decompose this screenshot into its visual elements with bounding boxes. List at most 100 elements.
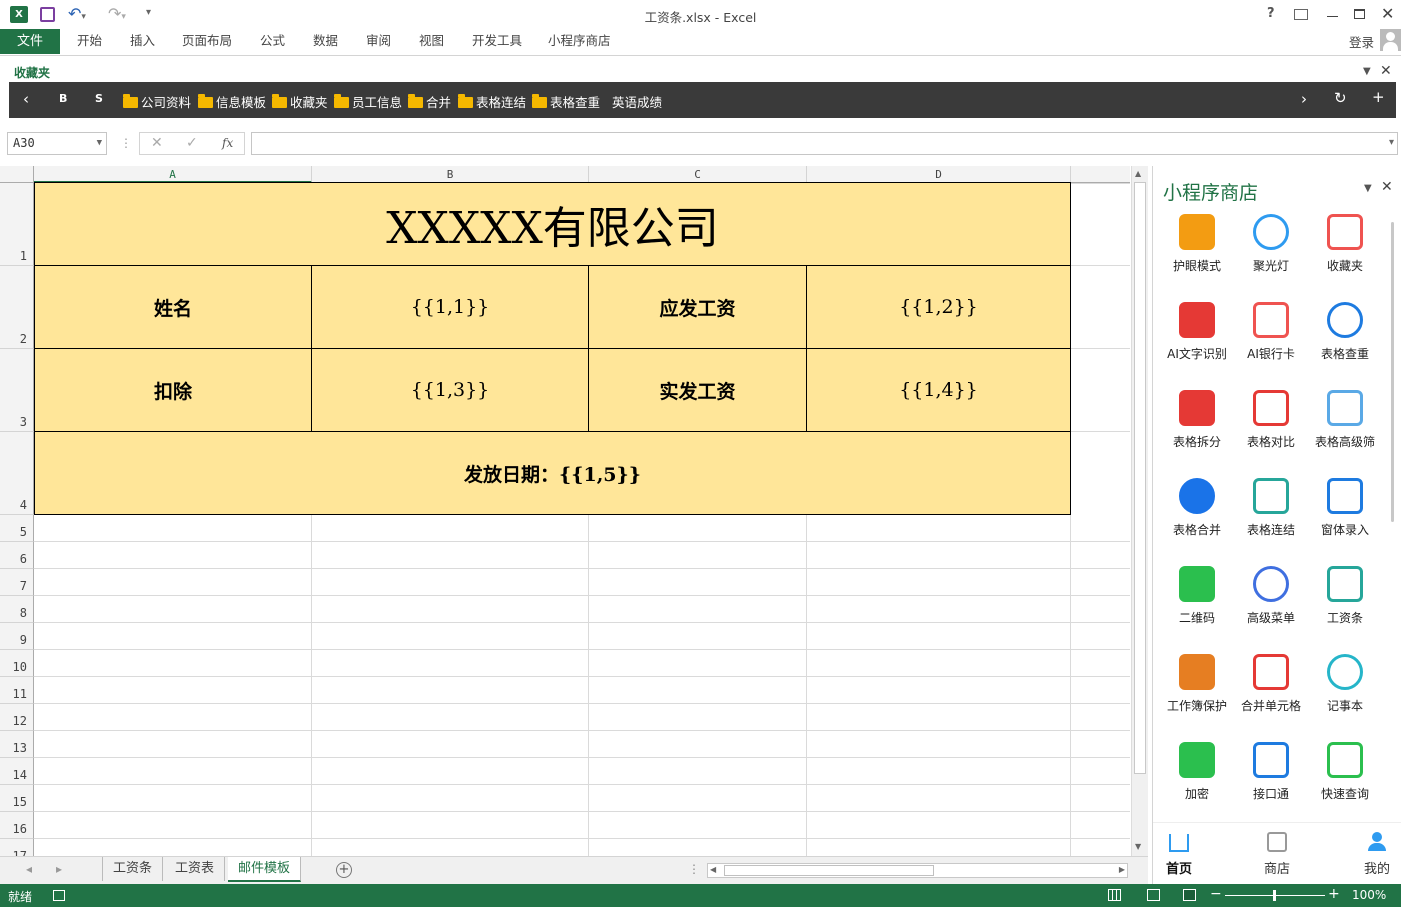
- close-button[interactable]: ✕: [1381, 4, 1394, 23]
- tab-home[interactable]: 开始: [77, 29, 102, 54]
- refresh-icon[interactable]: ↻: [1334, 89, 1347, 107]
- add-sheet-button[interactable]: +: [336, 862, 352, 878]
- tab-review[interactable]: 审阅: [366, 29, 391, 54]
- net-pay-value-cell[interactable]: {{1,4}}: [806, 348, 1071, 432]
- scroll-down-icon[interactable]: ▼: [1135, 842, 1141, 851]
- row-header[interactable]: 5: [0, 515, 34, 542]
- sheet-next-icon[interactable]: ▸: [56, 862, 62, 876]
- normal-view-icon[interactable]: [1108, 889, 1121, 901]
- worksheet-grid[interactable]: A B C D 1 2 3 4 5 6 7 8 9 10 11 12 13 14…: [0, 166, 1130, 856]
- column-header-b[interactable]: B: [312, 166, 589, 183]
- app-item[interactable]: 护眼模式: [1161, 210, 1233, 274]
- nav-store[interactable]: 商店: [1247, 828, 1307, 877]
- row-header[interactable]: 9: [0, 623, 34, 650]
- app-item[interactable]: 表格连结: [1235, 474, 1307, 538]
- tab-data[interactable]: 数据: [313, 29, 338, 54]
- pay-date-cell[interactable]: 发放日期：{{1,5}}: [34, 431, 1071, 515]
- row-header[interactable]: 15: [0, 785, 34, 812]
- expand-formula-icon[interactable]: ▾: [1389, 137, 1394, 148]
- row-header[interactable]: 17: [0, 839, 34, 856]
- deduction-label-cell[interactable]: 扣除: [34, 348, 312, 432]
- app-item[interactable]: 表格拆分: [1161, 386, 1233, 450]
- row-header[interactable]: 6: [0, 542, 34, 569]
- row-header[interactable]: 2: [0, 266, 34, 349]
- gross-pay-value-cell[interactable]: {{1,2}}: [806, 265, 1071, 349]
- net-pay-label-cell[interactable]: 实发工资: [588, 348, 807, 432]
- app-item[interactable]: 加密: [1161, 738, 1233, 802]
- row-header[interactable]: 13: [0, 731, 34, 758]
- sheet-tab-payslip[interactable]: 工资条: [102, 857, 164, 881]
- row-header[interactable]: 1: [0, 183, 34, 266]
- cancel-icon[interactable]: ✕: [151, 135, 163, 151]
- scroll-right-icon[interactable]: ▶: [1119, 865, 1125, 874]
- nav-mine[interactable]: 我的: [1347, 828, 1401, 877]
- app-item[interactable]: AI文字识别: [1161, 298, 1233, 362]
- vertical-scrollbar[interactable]: ▲ ▼: [1131, 166, 1148, 856]
- app-item[interactable]: 高级菜单: [1235, 562, 1307, 626]
- scroll-up-icon[interactable]: ▲: [1135, 169, 1141, 178]
- row-header[interactable]: 16: [0, 812, 34, 839]
- app-item[interactable]: 表格对比: [1235, 386, 1307, 450]
- favorites-close-icon[interactable]: ✕: [1380, 63, 1392, 79]
- maximize-button[interactable]: [1354, 9, 1365, 19]
- favorites-item-merge[interactable]: 合并: [408, 92, 451, 111]
- favorites-item-company[interactable]: 公司资料: [123, 92, 191, 111]
- horizontal-scrollbar[interactable]: ◀ ▶: [707, 863, 1128, 878]
- name-box[interactable]: A30 ▼: [7, 132, 107, 155]
- app-item[interactable]: 工作簿保护: [1161, 650, 1233, 714]
- row-header[interactable]: 8: [0, 596, 34, 623]
- row-header[interactable]: 4: [0, 432, 34, 515]
- ribbon-display-options-icon[interactable]: [1294, 9, 1308, 20]
- app-item[interactable]: 表格高级筛选: [1309, 386, 1381, 450]
- app-item[interactable]: 快速查询: [1309, 738, 1381, 802]
- app-item[interactable]: 表格查重: [1309, 298, 1381, 362]
- select-all-corner[interactable]: [0, 166, 34, 183]
- sheet-tab-payroll[interactable]: 工资表: [165, 857, 226, 881]
- favorites-item-favorites[interactable]: 收藏夹: [272, 92, 328, 111]
- formula-input[interactable]: ▾: [251, 132, 1398, 155]
- favorites-item-b[interactable]: B: [59, 92, 67, 105]
- zoom-out-button[interactable]: −: [1210, 886, 1222, 902]
- sheet-prev-icon[interactable]: ◂: [26, 862, 32, 876]
- tab-view[interactable]: 视图: [419, 29, 444, 54]
- help-button[interactable]: ?: [1267, 6, 1275, 21]
- favorites-item-link[interactable]: 表格连结: [458, 92, 526, 111]
- row-header[interactable]: 11: [0, 677, 34, 704]
- row-header[interactable]: 14: [0, 758, 34, 785]
- favorites-next-icon[interactable]: ›: [1301, 90, 1307, 108]
- name-value-cell[interactable]: {{1,1}}: [311, 265, 589, 349]
- macro-record-icon[interactable]: [53, 890, 65, 901]
- favorites-prev-icon[interactable]: ‹: [23, 90, 29, 108]
- column-header-a[interactable]: A: [34, 166, 312, 183]
- app-item[interactable]: 工资条: [1309, 562, 1381, 626]
- favorites-item-english[interactable]: 英语成绩: [612, 92, 662, 111]
- tab-formulas[interactable]: 公式: [260, 29, 285, 54]
- pane-scrollbar[interactable]: [1391, 222, 1394, 522]
- app-item[interactable]: AI银行卡: [1235, 298, 1307, 362]
- app-item[interactable]: 收藏夹: [1309, 210, 1381, 274]
- page-break-view-icon[interactable]: [1183, 889, 1196, 901]
- app-item[interactable]: 聚光灯: [1235, 210, 1307, 274]
- minimize-button[interactable]: [1327, 16, 1338, 17]
- app-item[interactable]: 接口通: [1235, 738, 1307, 802]
- horizontal-scroll-thumb[interactable]: [724, 865, 934, 876]
- app-item[interactable]: 窗体录入: [1309, 474, 1381, 538]
- favorites-item-staff[interactable]: 员工信息: [334, 92, 402, 111]
- app-item[interactable]: 合并单元格: [1235, 650, 1307, 714]
- tab-insert[interactable]: 插入: [130, 29, 155, 54]
- sheet-tab-mail-template[interactable]: 邮件模板: [228, 857, 302, 882]
- page-layout-view-icon[interactable]: [1147, 889, 1160, 901]
- row-header[interactable]: 12: [0, 704, 34, 731]
- column-header-e[interactable]: [1071, 166, 1130, 183]
- zoom-slider[interactable]: [1225, 890, 1325, 901]
- favorites-item-s[interactable]: S: [95, 92, 103, 105]
- row-header[interactable]: 10: [0, 650, 34, 677]
- scroll-left-icon[interactable]: ◀: [710, 865, 716, 874]
- pane-close-icon[interactable]: ✕: [1381, 179, 1393, 195]
- column-header-d[interactable]: D: [807, 166, 1071, 183]
- favorites-collapse-icon[interactable]: ▼: [1363, 66, 1371, 77]
- nav-home[interactable]: 首页: [1149, 828, 1209, 877]
- tab-mini-program-store[interactable]: 小程序商店: [548, 29, 611, 54]
- company-title-cell[interactable]: XXXXX有限公司: [34, 182, 1071, 266]
- app-item[interactable]: 记事本: [1309, 650, 1381, 714]
